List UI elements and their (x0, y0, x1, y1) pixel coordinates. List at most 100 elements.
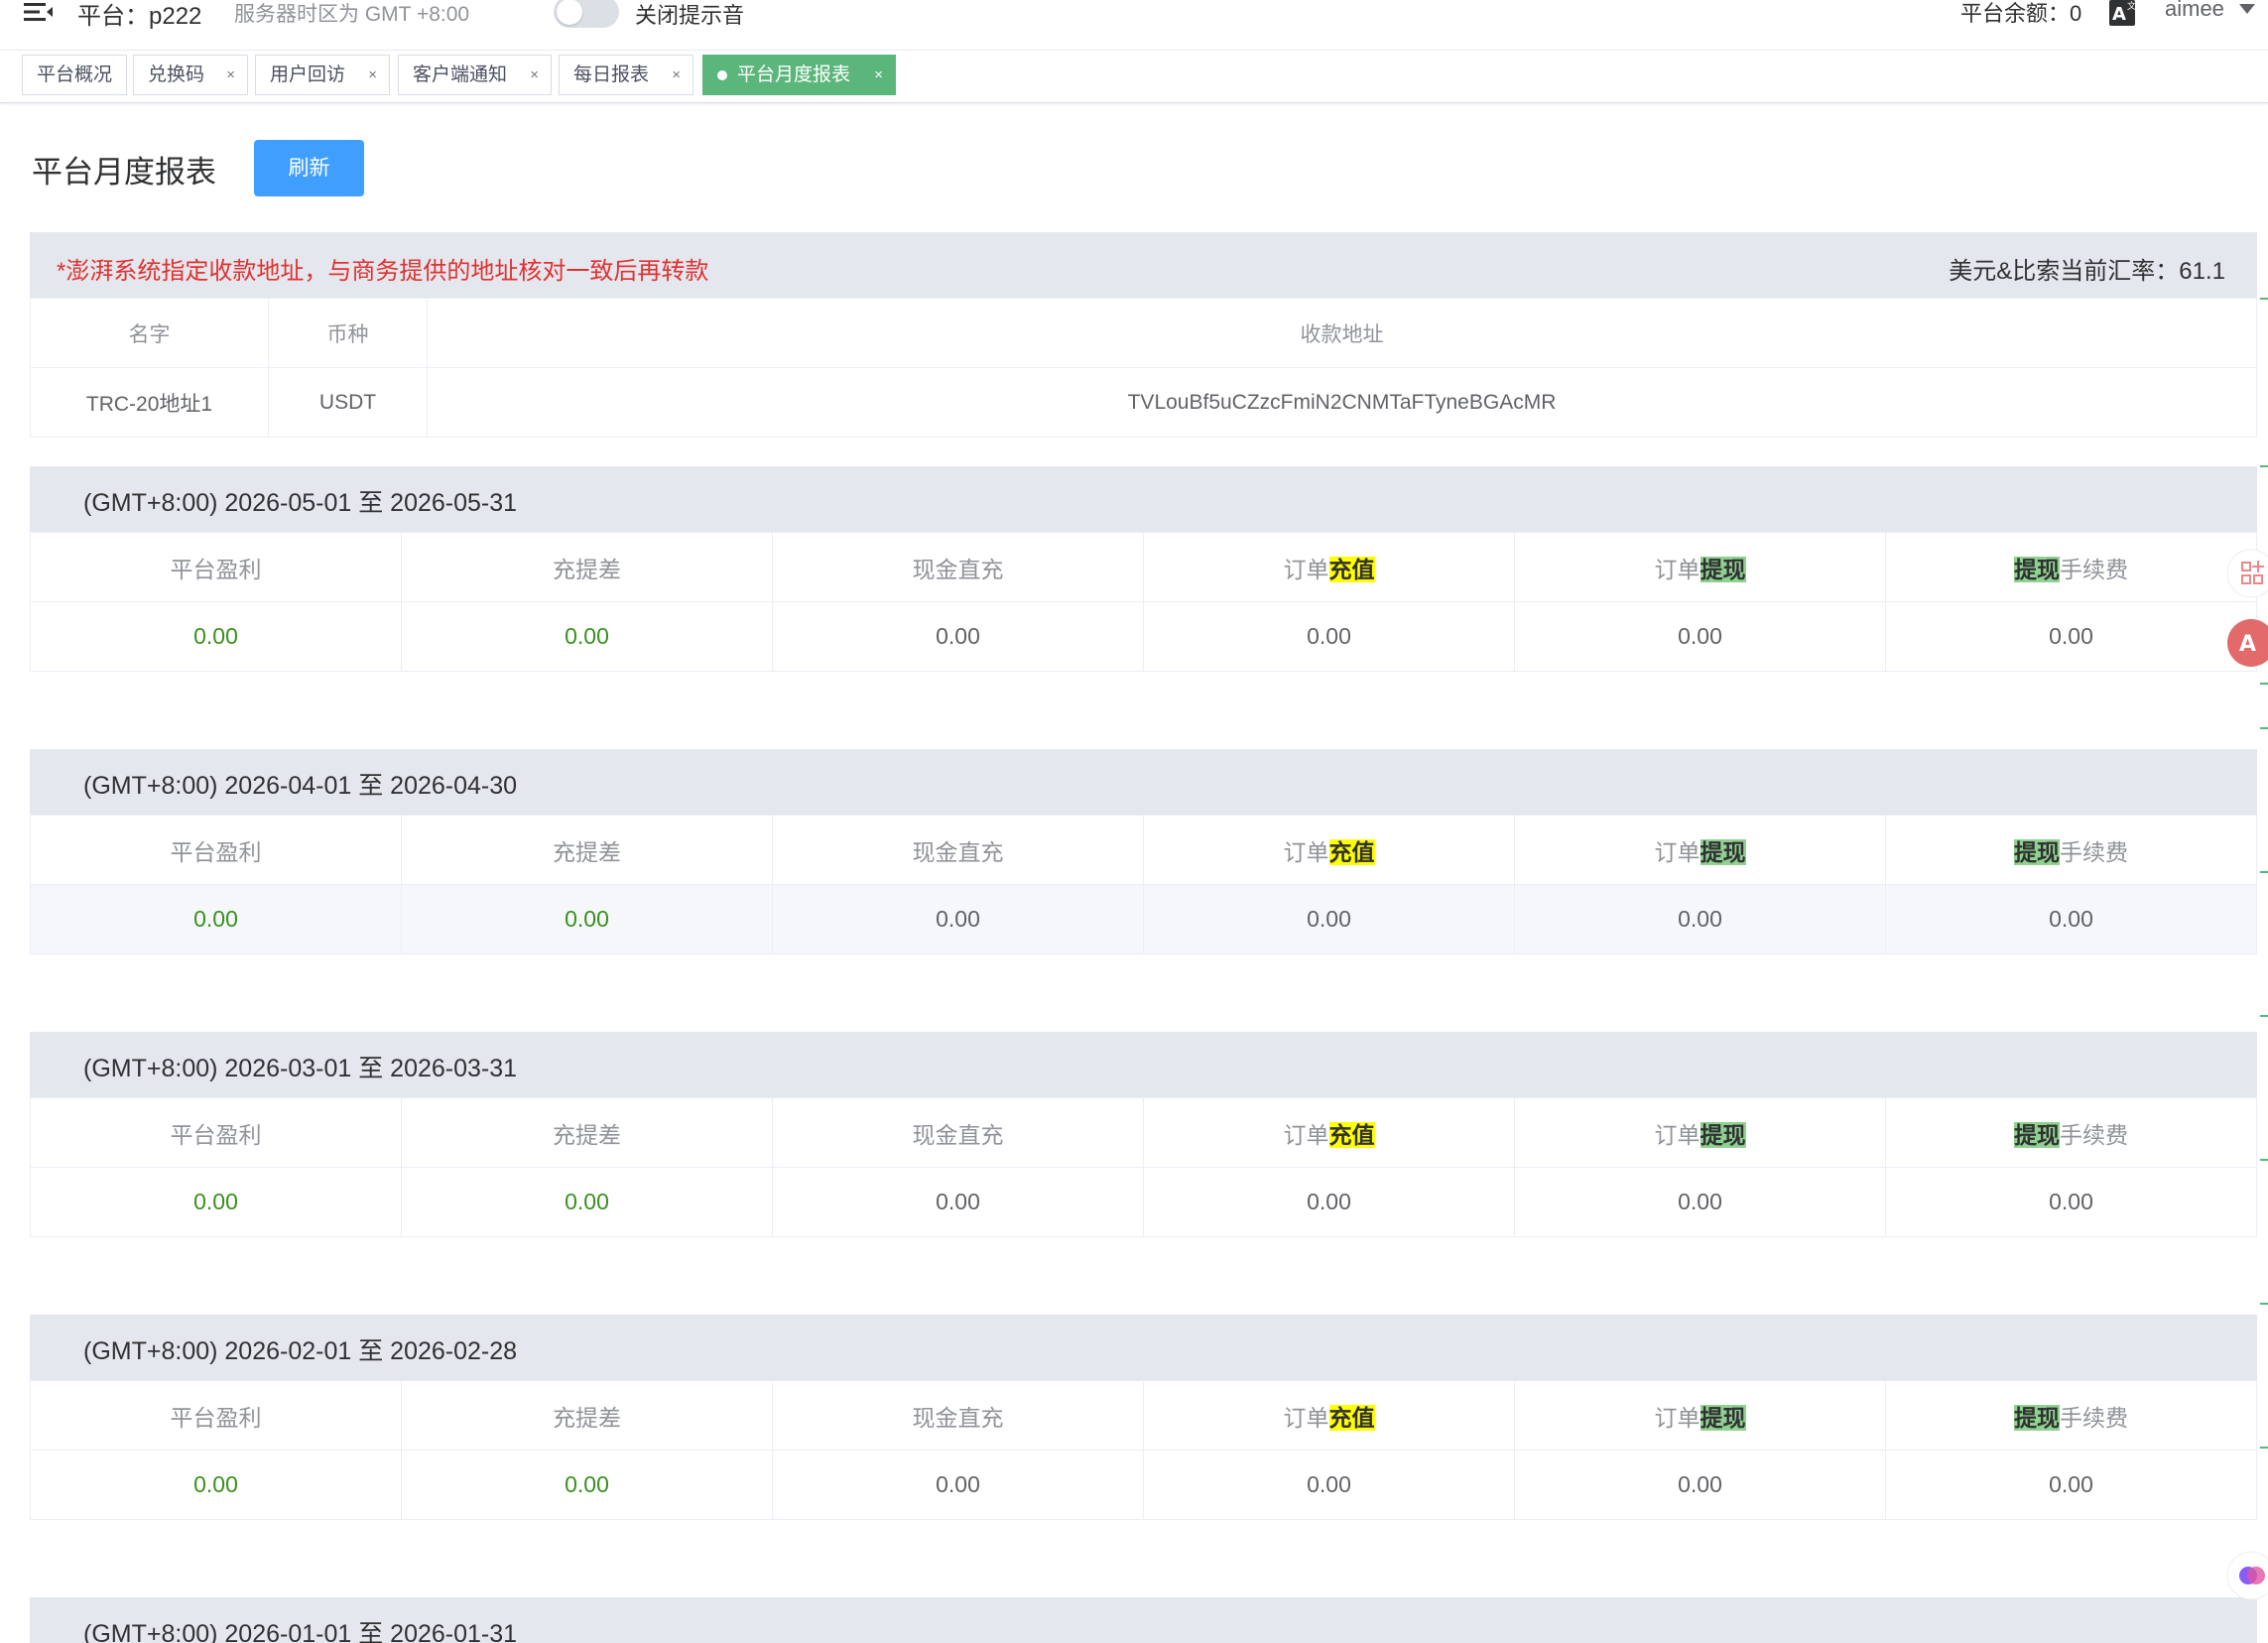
close-icon[interactable]: × (530, 56, 539, 94)
address-table: 名字 币种 收款地址 TRC-20地址1 USDT TVLouBf5uCZzcF… (30, 298, 2257, 438)
table-header-row: 平台盈利 充提差 现金直充 订单充值 订单提现 提现手续费 (30, 1097, 2257, 1168)
tab-platform-overview[interactable]: 平台概况 (22, 55, 127, 95)
value-order-deposit: 0.00 (1143, 1450, 1515, 1520)
header-order-withdraw: 订单提现 (1514, 1380, 1886, 1451)
tab-monthly-report[interactable]: 平台月度报表 × (702, 55, 896, 95)
value-platform-profit: 0.00 (30, 601, 402, 672)
edge-divider (2260, 1159, 2268, 1161)
switch-knob (557, 0, 582, 25)
header-cash-deposit: 现金直充 (772, 1097, 1144, 1168)
value-withdraw-fee: 0.00 (1885, 601, 2257, 672)
value-cash-deposit: 0.00 (772, 1167, 1144, 1237)
month-report-2026-05: (GMT+8:00) 2026-05-01 至 2026-05-31 平台盈利 … (30, 466, 2257, 672)
month-report-2026-04: (GMT+8:00) 2026-04-01 至 2026-04-30 平台盈利 … (30, 749, 2257, 954)
month-table: 平台盈利 充提差 现金直充 订单充值 订单提现 提现手续费 0.00 0.00 … (30, 532, 2257, 672)
header-currency: 币种 (268, 298, 428, 368)
platform-name: 平台：p222 (77, 3, 202, 30)
value-cash-deposit: 0.00 (772, 601, 1144, 672)
menu-fold-icon[interactable] (24, 1, 54, 23)
month-table: 平台盈利 充提差 现金直充 订单充值 订单提现 提现手续费 0.00 0.00 … (30, 1097, 2257, 1237)
month-report-2026-01: (GMT+8:00) 2026-01-01 至 2026-01-31 (30, 1597, 2257, 1643)
month-range: (GMT+8:00) 2026-02-01 至 2026-02-28 (83, 1337, 518, 1365)
header-cash-deposit: 现金直充 (772, 815, 1144, 885)
address-currency: USDT (268, 367, 428, 438)
value-platform-profit: 0.00 (30, 884, 402, 954)
active-dot-icon (717, 70, 727, 80)
address-notice: *澎湃系统指定收款地址，与商务提供的地址核对一致后再转款 (57, 258, 709, 285)
value-order-withdraw: 0.00 (1514, 1450, 1886, 1520)
header-order-withdraw: 订单提现 (1514, 815, 1886, 885)
close-icon[interactable]: × (226, 56, 235, 94)
value-order-withdraw: 0.00 (1514, 601, 1886, 672)
translate-float-icon[interactable]: A (2226, 618, 2268, 668)
tab-user-revisit[interactable]: 用户回访 × (255, 55, 390, 95)
translate-icon[interactable]: A 文 (2109, 0, 2139, 26)
tab-client-notice[interactable]: 客户端通知 × (398, 55, 552, 95)
value-order-withdraw: 0.00 (1514, 884, 1886, 954)
header-platform-profit: 平台盈利 (30, 1380, 402, 1451)
value-order-withdraw: 0.00 (1514, 1167, 1886, 1237)
month-header: (GMT+8:00) 2026-03-01 至 2026-03-31 (30, 1032, 2257, 1097)
caret-down-icon[interactable] (2238, 2, 2256, 16)
close-icon[interactable]: × (874, 56, 883, 94)
value-order-deposit: 0.00 (1143, 1167, 1515, 1237)
header-platform-profit: 平台盈利 (30, 532, 402, 602)
value-cash-deposit: 0.00 (772, 884, 1144, 954)
close-icon[interactable]: × (368, 56, 377, 94)
address-value: TVLouBf5uCZzcFmiN2CNMTaFTyneBGAcMR (427, 367, 2257, 438)
exchange-rate: 美元&比索当前汇率：61.1 (1949, 258, 2225, 285)
address-notice-bar: *澎湃系统指定收款地址，与商务提供的地址核对一致后再转款 美元&比索当前汇率：6… (30, 232, 2257, 298)
header-address: 收款地址 (427, 298, 2257, 368)
tab-label: 平台月度报表 (737, 64, 851, 85)
month-header: (GMT+8:00) 2026-02-01 至 2026-02-28 (30, 1315, 2257, 1380)
month-range: (GMT+8:00) 2026-04-01 至 2026-04-30 (83, 772, 518, 800)
value-withdraw-fee: 0.00 (1885, 1167, 2257, 1237)
month-report-2026-03: (GMT+8:00) 2026-03-01 至 2026-03-31 平台盈利 … (30, 1032, 2257, 1237)
month-header: (GMT+8:00) 2026-01-01 至 2026-01-31 (30, 1597, 2257, 1643)
header-name: 名字 (30, 298, 269, 368)
table-header-row: 平台盈利 充提差 现金直充 订单充值 订单提现 提现手续费 (30, 815, 2257, 885)
header-withdraw-fee: 提现手续费 (1885, 532, 2257, 602)
edge-divider (2260, 465, 2268, 467)
sound-toggle-label: 关闭提示音 (635, 3, 745, 28)
value-order-deposit: 0.00 (1143, 601, 1515, 672)
page-title: 平台月度报表 (32, 155, 216, 190)
header-withdraw-fee: 提现手续费 (1885, 1097, 2257, 1168)
edge-divider (2260, 683, 2268, 685)
edge-divider (2260, 1303, 2268, 1305)
month-table: 平台盈利 充提差 现金直充 订单充值 订单提现 提现手续费 0.00 0.00 … (30, 1380, 2257, 1520)
header-deposit-diff: 充提差 (401, 1380, 773, 1451)
header-order-deposit: 订单充值 (1143, 815, 1515, 885)
table-row: 0.00 0.00 0.00 0.00 0.00 0.00 (30, 1450, 2257, 1520)
month-range: (GMT+8:00) 2026-05-01 至 2026-05-31 (83, 489, 518, 517)
table-header-row: 平台盈利 充提差 现金直充 订单充值 订单提现 提现手续费 (30, 1380, 2257, 1451)
table-header-row: 平台盈利 充提差 现金直充 订单充值 订单提现 提现手续费 (30, 532, 2257, 602)
tags-view: 平台概况 兑换码 × 用户回访 × 客户端通知 × 每日报表 × 平台月度报表 … (0, 51, 2268, 103)
tab-daily-report[interactable]: 每日报表 × (559, 55, 693, 95)
tab-label: 每日报表 (573, 64, 650, 85)
month-header: (GMT+8:00) 2026-04-01 至 2026-04-30 (30, 749, 2257, 815)
apps-grid-icon[interactable] (2226, 549, 2268, 598)
tab-label: 平台概况 (37, 64, 113, 85)
header-deposit-diff: 充提差 (401, 532, 773, 602)
sound-toggle-switch[interactable] (554, 0, 619, 28)
user-name[interactable]: aimee (2165, 0, 2224, 22)
header-deposit-diff: 充提差 (401, 815, 773, 885)
month-report-2026-02: (GMT+8:00) 2026-02-01 至 2026-02-28 平台盈利 … (30, 1315, 2257, 1520)
value-cash-deposit: 0.00 (772, 1450, 1144, 1520)
refresh-button[interactable]: 刷新 (254, 140, 364, 196)
value-withdraw-fee: 0.00 (1885, 1450, 2257, 1520)
value-deposit-diff: 0.00 (401, 601, 773, 672)
header-order-withdraw: 订单提现 (1514, 1097, 1886, 1168)
assistant-float-icon[interactable] (2226, 1551, 2268, 1600)
header-withdraw-fee: 提现手续费 (1885, 1380, 2257, 1451)
edge-divider (2260, 871, 2268, 873)
month-table: 平台盈利 充提差 现金直充 订单充值 订单提现 提现手续费 0.00 0.00 … (30, 815, 2257, 954)
tab-redeem-code[interactable]: 兑换码 × (133, 55, 248, 95)
edge-divider (2260, 1015, 2268, 1017)
tab-label: 客户端通知 (413, 64, 508, 85)
server-timezone: 服务器时区为 GMT +8:00 (234, 3, 470, 26)
close-icon[interactable]: × (672, 56, 681, 94)
month-header: (GMT+8:00) 2026-05-01 至 2026-05-31 (30, 466, 2257, 532)
table-row: 0.00 0.00 0.00 0.00 0.00 0.00 (30, 884, 2257, 954)
